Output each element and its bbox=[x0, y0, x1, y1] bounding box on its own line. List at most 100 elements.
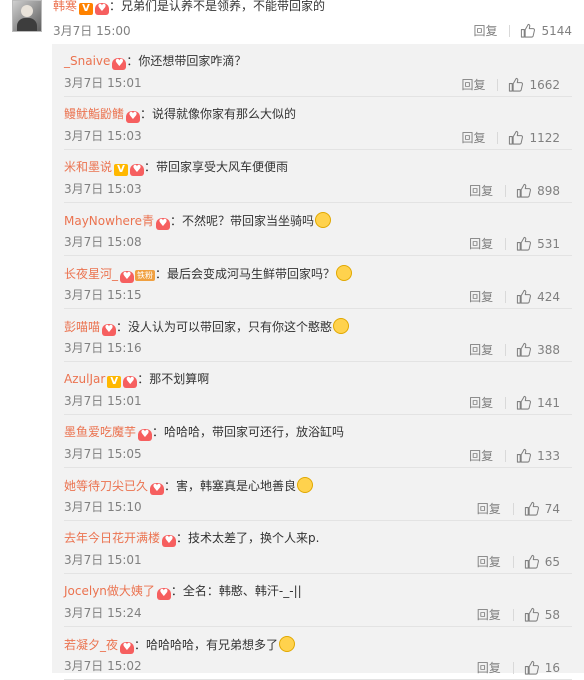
thumb-up-icon[interactable] bbox=[524, 501, 539, 516]
v-badge-icon: V bbox=[107, 376, 122, 388]
reply-time: 3月7日 15:01 bbox=[64, 553, 142, 567]
reply-text: ：不然呢？带回家当坐骑吗 bbox=[169, 214, 314, 228]
thumb-up-icon[interactable] bbox=[508, 130, 524, 145]
thumb-up-icon[interactable] bbox=[516, 395, 532, 410]
heart-badge-icon: ♥ bbox=[102, 324, 117, 336]
heart-badge-icon: ♥ bbox=[112, 58, 127, 70]
divider bbox=[505, 343, 507, 356]
reply-button[interactable]: 回复 bbox=[469, 394, 493, 411]
reply-line: 米和墨说 V ♥ ：带回家享受大风车便便雨 bbox=[64, 159, 288, 176]
thumb-up-icon[interactable] bbox=[516, 183, 532, 198]
reply-button[interactable]: 回复 bbox=[461, 129, 485, 146]
reply-line: 墨鱼爱吃魔芋 ♥ ：哈哈哈，带回家可还行，放浴缸吗 bbox=[64, 424, 344, 441]
thumb-up-icon[interactable] bbox=[516, 236, 532, 251]
reply-button[interactable]: 回复 bbox=[477, 500, 501, 517]
reply-line: _Snaive ♥ ：你还想带回家咋滴？ bbox=[64, 53, 246, 70]
reply-author[interactable]: 墨鱼爱吃魔芋 bbox=[64, 425, 136, 439]
reply-button[interactable]: 回复 bbox=[473, 22, 497, 39]
reply-time: 3月7日 15:24 bbox=[64, 606, 142, 620]
emoji-face-icon bbox=[297, 477, 314, 493]
heart-badge-icon: ♥ bbox=[120, 271, 135, 283]
thumb-up-icon[interactable] bbox=[524, 554, 539, 569]
reply-text: ：带回家享受大风车便便雨 bbox=[144, 160, 289, 174]
reply-time: 3月7日 15:05 bbox=[64, 447, 142, 461]
heart-badge-icon: ♥ bbox=[156, 588, 171, 600]
reply-author[interactable]: Jocelyn做大姨了 bbox=[64, 584, 155, 598]
reply-author[interactable]: 长夜星河_ bbox=[64, 267, 118, 281]
reply-item: 长夜星河_ ♥ 铁粉 ：最后会变成河马生鲜带回家吗？ 3月7日 15:15 回复 424 bbox=[52, 256, 584, 309]
heart-badge-icon: ♥ bbox=[150, 483, 165, 495]
divider bbox=[512, 555, 514, 568]
thumb-up-icon[interactable] bbox=[520, 23, 536, 38]
reply-button[interactable]: 回复 bbox=[469, 288, 493, 305]
heart-badge-icon: ♥ bbox=[155, 218, 170, 230]
reply-button[interactable]: 回复 bbox=[469, 341, 493, 358]
reply-actions: 回复 65 bbox=[477, 553, 560, 570]
reply-button[interactable]: 回复 bbox=[469, 235, 493, 252]
thumb-up-icon[interactable] bbox=[516, 448, 532, 463]
thumb-up-icon[interactable] bbox=[524, 607, 539, 622]
divider bbox=[505, 449, 507, 462]
comment-time: 3月7日 15:00 bbox=[53, 24, 131, 38]
divider bbox=[497, 131, 499, 144]
reply-item: 若凝夕_夜 ♥ ：哈哈哈哈，有兄弟想多了 3月7日 15:02 回复 16 bbox=[52, 627, 584, 680]
replies-panel: _Snaive ♥ ：你还想带回家咋滴？ 3月7日 15:01 回复 1662 鳗鱿鮨鼢鳍 ♥… bbox=[52, 44, 584, 680]
heart-badge-icon: ♥ bbox=[138, 429, 153, 441]
like-count: 65 bbox=[544, 554, 560, 569]
reply-actions: 回复 1122 bbox=[461, 129, 560, 146]
comment-author[interactable]: 韩寒 bbox=[53, 0, 77, 13]
reply-time: 3月7日 15:02 bbox=[64, 659, 142, 673]
reply-button[interactable]: 回复 bbox=[469, 182, 493, 199]
reply-actions: 回复 58 bbox=[477, 606, 560, 623]
thumb-up-icon[interactable] bbox=[516, 289, 532, 304]
like-count: 1662 bbox=[529, 77, 560, 92]
thumb-up-icon[interactable] bbox=[508, 77, 524, 92]
reply-line: AzulJar V ♥ ：那不划算啊 bbox=[64, 371, 209, 388]
reply-line: 鳗鱿鮨鼢鳍 ♥ ：说得就像你家有那么大似的 bbox=[64, 106, 296, 123]
reply-author[interactable]: _Snaive bbox=[64, 54, 110, 68]
reply-author[interactable]: 去年今日花开满楼 bbox=[64, 531, 160, 545]
heart-badge-icon: ♥ bbox=[120, 642, 135, 654]
comment-line: 韩寒 V ♥ ：兄弟们是认养不是领养，不能带回家的 bbox=[53, 0, 325, 15]
reply-time: 3月7日 15:15 bbox=[64, 288, 142, 302]
emoji-face-icon bbox=[279, 636, 296, 652]
heart-badge-icon: ♥ bbox=[123, 376, 138, 388]
reply-button[interactable]: 回复 bbox=[469, 447, 493, 464]
reply-text: ：哈哈哈，带回家可还行，放浴缸吗 bbox=[152, 425, 345, 439]
reply-author[interactable]: MayNowhere青 bbox=[64, 214, 154, 228]
thumb-up-icon[interactable] bbox=[516, 342, 532, 357]
like-count: 16 bbox=[544, 660, 560, 675]
avatar[interactable] bbox=[12, 0, 42, 32]
reply-button[interactable]: 回复 bbox=[477, 659, 501, 676]
reply-author[interactable]: 彭喵喵 bbox=[64, 320, 100, 334]
v-badge-icon: V bbox=[114, 164, 129, 176]
reply-line: 她等待刀尖已久 ♥ ：害，韩塞真是心地善良 bbox=[64, 477, 314, 495]
divider bbox=[505, 184, 507, 197]
divider bbox=[505, 237, 507, 250]
reply-button[interactable]: 回复 bbox=[461, 76, 485, 93]
divider bbox=[509, 24, 511, 37]
reply-button[interactable]: 回复 bbox=[477, 606, 501, 623]
reply-line: 若凝夕_夜 ♥ ：哈哈哈哈，有兄弟想多了 bbox=[64, 636, 296, 654]
reply-author[interactable]: AzulJar bbox=[64, 372, 105, 386]
reply-author[interactable]: 若凝夕_夜 bbox=[64, 638, 118, 652]
reply-text: ：全名：韩憨、韩汗-_-|| bbox=[170, 584, 302, 598]
reply-line: Jocelyn做大姨了 ♥ ：全名：韩憨、韩汗-_-|| bbox=[64, 583, 302, 600]
divider bbox=[497, 78, 499, 91]
like-count: 424 bbox=[537, 289, 560, 304]
reply-button[interactable]: 回复 bbox=[477, 553, 501, 570]
reply-text: ：没人认为可以带回家，只有你这个憨憨 bbox=[116, 320, 333, 334]
like-count: 531 bbox=[537, 236, 560, 251]
divider bbox=[512, 502, 514, 515]
reply-time: 3月7日 15:08 bbox=[64, 235, 142, 249]
reply-text: ：害，韩塞真是心地善良 bbox=[164, 479, 297, 493]
main-comment: 韩寒 V ♥ ：兄弟们是认养不是领养，不能带回家的 3月7日 15:00 回复 514… bbox=[0, 0, 584, 44]
reply-author[interactable]: 米和墨说 bbox=[64, 160, 112, 174]
reply-author[interactable]: 鳗鱿鮨鼢鳍 bbox=[64, 107, 124, 121]
reply-actions: 回复 531 bbox=[469, 235, 560, 252]
like-count: 74 bbox=[544, 501, 560, 516]
reply-actions: 回复 133 bbox=[469, 447, 560, 464]
reply-author[interactable]: 她等待刀尖已久 bbox=[64, 479, 148, 493]
reply-text: ：你还想带回家咋滴？ bbox=[126, 54, 247, 68]
reply-text: ：那不划算啊 bbox=[137, 372, 210, 386]
